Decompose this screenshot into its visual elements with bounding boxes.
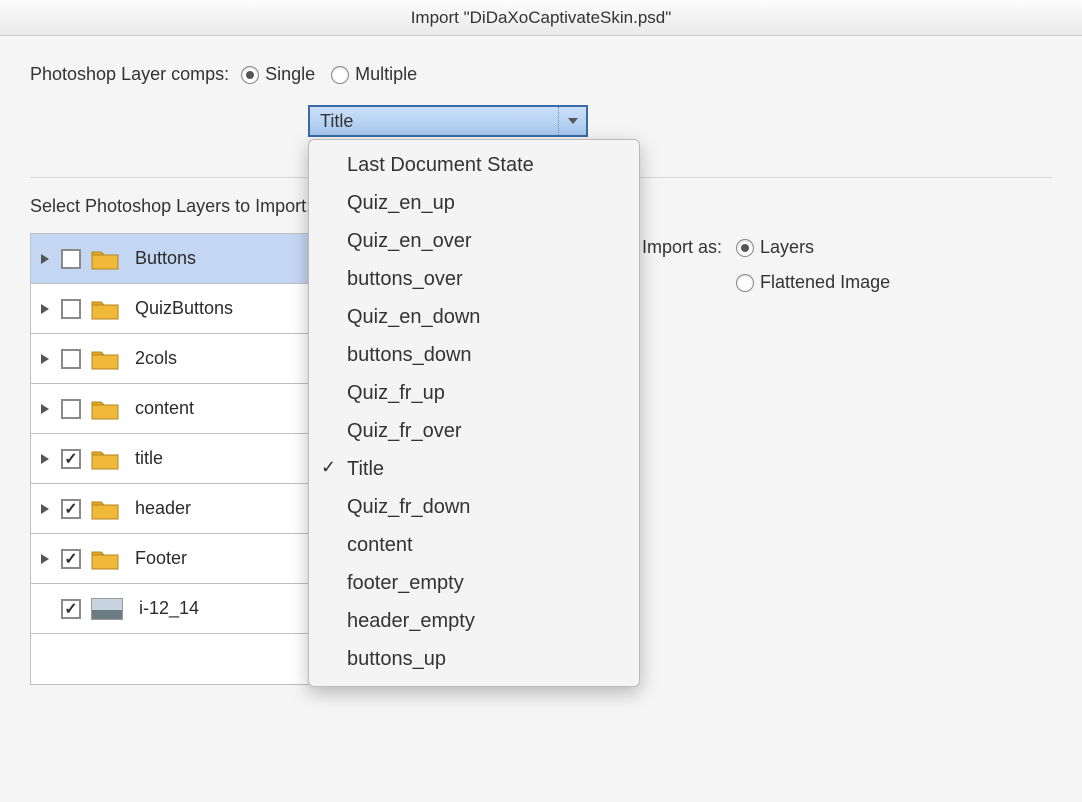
dropdown-option[interactable]: Quiz_en_down (309, 298, 639, 336)
dropdown-option[interactable]: header_empty (309, 602, 639, 640)
radio-layers-indicator (736, 239, 754, 257)
layer-comp-dropdown-value: Title (320, 111, 353, 132)
dropdown-option[interactable]: footer_empty (309, 564, 639, 602)
folder-icon (91, 248, 119, 270)
layer-name: QuizButtons (135, 298, 233, 319)
layer-name: content (135, 398, 194, 419)
folder-icon (91, 448, 119, 470)
dropdown-option[interactable]: content (309, 526, 639, 564)
dropdown-option[interactable]: Quiz_en_up (309, 184, 639, 222)
import-as-radio-group: Layers Flattened Image (736, 237, 890, 293)
layer-comp-dropdown[interactable]: Title Last Document StateQuiz_en_upQuiz_… (308, 105, 588, 137)
radio-single[interactable]: Single (241, 64, 315, 85)
import-as-label: Import as: (642, 237, 722, 258)
import-as-group: Import as: Layers Flattened Image (642, 237, 890, 293)
dropdown-option[interactable]: Last Document State (309, 146, 639, 184)
dropdown-option[interactable]: Title (309, 450, 639, 488)
layer-name: Buttons (135, 248, 196, 269)
layer-checkbox[interactable] (61, 349, 81, 369)
expander-icon[interactable] (39, 504, 51, 514)
radio-layers[interactable]: Layers (736, 237, 890, 258)
layer-name: header (135, 498, 191, 519)
window-title: Import "DiDaXoCaptivateSkin.psd" (411, 8, 672, 28)
layer-checkbox[interactable] (61, 399, 81, 419)
expander-icon[interactable] (39, 354, 51, 364)
radio-flattened[interactable]: Flattened Image (736, 272, 890, 293)
folder-icon (91, 398, 119, 420)
dropdown-option[interactable]: Quiz_fr_over (309, 412, 639, 450)
layer-name: title (135, 448, 163, 469)
expander-icon[interactable] (39, 554, 51, 564)
expander-icon[interactable] (39, 304, 51, 314)
radio-multiple[interactable]: Multiple (331, 64, 417, 85)
folder-icon (91, 498, 119, 520)
layer-checkbox[interactable] (61, 299, 81, 319)
dropdown-option[interactable]: Quiz_fr_up (309, 374, 639, 412)
layer-checkbox[interactable] (61, 499, 81, 519)
layer-name: 2cols (135, 348, 177, 369)
dropdown-option[interactable]: Quiz_en_over (309, 222, 639, 260)
radio-multiple-indicator (331, 66, 349, 84)
radio-flattened-label: Flattened Image (760, 272, 890, 293)
layer-thumbnail (91, 598, 123, 620)
radio-layers-label: Layers (760, 237, 814, 258)
import-dialog: Import "DiDaXoCaptivateSkin.psd" Photosh… (0, 0, 1082, 802)
layer-comps-label: Photoshop Layer comps: (30, 64, 229, 85)
layer-checkbox[interactable] (61, 249, 81, 269)
layer-checkbox[interactable] (61, 599, 81, 619)
layer-name: Footer (135, 548, 187, 569)
dialog-content: Photoshop Layer comps: Single Multiple T… (0, 36, 1082, 685)
radio-flattened-indicator (736, 274, 754, 292)
layer-comp-dropdown-list[interactable]: Last Document StateQuiz_en_upQuiz_en_ove… (308, 139, 640, 687)
dropdown-option[interactable]: Quiz_fr_down (309, 488, 639, 526)
dropdown-option[interactable]: buttons_up (309, 640, 639, 678)
layer-checkbox[interactable] (61, 549, 81, 569)
expander-icon[interactable] (39, 404, 51, 414)
radio-multiple-label: Multiple (355, 64, 417, 85)
dropdown-option[interactable]: buttons_over (309, 260, 639, 298)
radio-single-indicator (241, 66, 259, 84)
radio-single-label: Single (265, 64, 315, 85)
layer-comps-row: Photoshop Layer comps: Single Multiple (30, 64, 1052, 85)
expander-icon[interactable] (39, 454, 51, 464)
layer-checkbox[interactable] (61, 449, 81, 469)
folder-icon (91, 548, 119, 570)
window-titlebar: Import "DiDaXoCaptivateSkin.psd" (0, 0, 1082, 36)
folder-icon (91, 298, 119, 320)
layer-name: i-12_14 (139, 598, 199, 619)
layer-comp-dropdown-row: Title Last Document StateQuiz_en_upQuiz_… (308, 105, 1052, 137)
chevron-down-icon (558, 107, 586, 135)
expander-icon[interactable] (39, 254, 51, 264)
dropdown-option[interactable]: buttons_down (309, 336, 639, 374)
layer-comps-mode-group: Single Multiple (241, 64, 417, 85)
folder-icon (91, 348, 119, 370)
